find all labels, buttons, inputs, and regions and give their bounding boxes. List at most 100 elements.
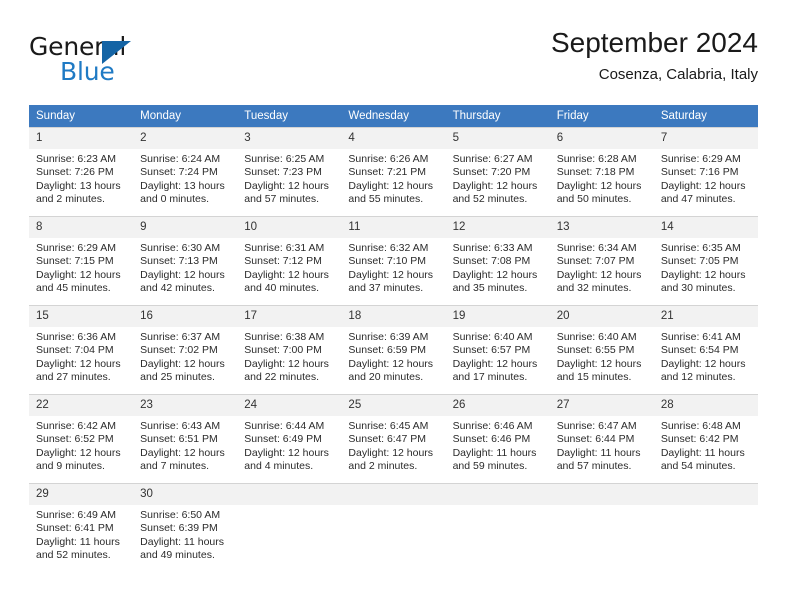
daylight-duration-line1: Daylight: 12 hours (36, 446, 121, 459)
day-number: 24 (237, 395, 342, 416)
calendar-day-cell[interactable]: 12 Sunrise: 6:33 AM Sunset: 7:08 PM Dayligh… (445, 216, 550, 305)
sunrise-time: Sunrise: 6:41 AM (660, 331, 741, 343)
weekday-header-friday: Friday (549, 105, 654, 127)
sunrise-time: Sunrise: 6:47 AM (556, 420, 637, 432)
calendar-grid: Sunday Monday Tuesday Wednesday Thursday Frid… (29, 105, 758, 572)
sunrise-time: Sunrise: 6:29 AM (36, 242, 116, 254)
calendar-day-cell[interactable]: 7 Sunrise: 6:29 AM Sunset: 7:16 PM Daylight… (653, 127, 758, 216)
day-number (341, 484, 446, 505)
day-number: 4 (341, 128, 446, 149)
daylight-duration-line1: Daylight: 12 hours (660, 357, 746, 370)
page-title: September 2024 (550, 27, 758, 58)
day-sun-info: Sunrise: 6:25 AM Sunset: 7:23 PM Daylight:… (237, 149, 341, 207)
day-number: 19 (445, 306, 550, 327)
daylight-duration-line1: Daylight: 12 hours (556, 179, 642, 192)
day-sun-info: Sunrise: 6:45 AM Sunset: 6:47 PM Daylight:… (341, 416, 445, 474)
calendar-day-cell[interactable]: 26 Sunrise: 6:46 AM Sunset: 6:46 PM Dayligh… (445, 394, 550, 483)
calendar-day-cell[interactable]: 24 Sunrise: 6:44 AM Sunset: 6:49 PM Dayligh… (237, 394, 342, 483)
daylight-duration-line1: Daylight: 12 hours (36, 268, 121, 281)
calendar-day-cell[interactable]: 3 Sunrise: 6:25 AM Sunset: 7:23 PM Daylight… (237, 127, 342, 216)
daylight-duration-line1: Daylight: 12 hours (452, 179, 538, 192)
daylight-duration-line2: and 57 minutes. (556, 460, 632, 473)
sunset-time: Sunset: 7:02 PM (140, 344, 218, 357)
daylight-duration-line2: and 2 minutes. (36, 193, 105, 206)
calendar-day-cell[interactable]: 5 Sunrise: 6:27 AM Sunset: 7:20 PM Daylight… (445, 127, 550, 216)
day-sun-info: Sunrise: 6:37 AM Sunset: 7:02 PM Daylight:… (133, 327, 237, 385)
day-sun-info: Sunrise: 6:46 AM Sunset: 6:46 PM Daylight:… (446, 416, 550, 474)
day-number: 29 (29, 484, 134, 505)
daylight-duration-line1: Daylight: 12 hours (244, 357, 329, 370)
daylight-duration-line2: and 40 minutes. (244, 282, 319, 295)
sunrise-time: Sunrise: 6:50 AM (140, 509, 221, 521)
general-blue-logo[interactable]: General Blue (29, 32, 209, 94)
sunrise-time: Sunrise: 6:30 AM (140, 242, 221, 254)
calendar-day-cell[interactable]: 10 Sunrise: 6:31 AM Sunset: 7:12 PM Dayligh… (237, 216, 342, 305)
sunset-time: Sunset: 6:57 PM (452, 344, 531, 357)
calendar-day-cell[interactable]: 19 Sunrise: 6:40 AM Sunset: 6:57 PM Dayligh… (445, 305, 550, 394)
daylight-duration-line2: and 32 minutes. (556, 282, 632, 295)
calendar-day-cell[interactable]: 14 Sunrise: 6:35 AM Sunset: 7:05 PM Dayligh… (653, 216, 758, 305)
daylight-duration-line1: Daylight: 12 hours (244, 446, 329, 459)
day-number: 11 (341, 217, 446, 238)
sunset-time: Sunset: 6:39 PM (140, 522, 218, 535)
calendar-day-cell[interactable]: 28 Sunrise: 6:48 AM Sunset: 6:42 PM Dayligh… (653, 394, 758, 483)
sunrise-time: Sunrise: 6:46 AM (452, 420, 533, 432)
title-block: September 2024 Cosenza, Calabria, Italy (551, 26, 758, 86)
daylight-duration-line2: and 37 minutes. (348, 282, 424, 295)
daylight-duration-line1: Daylight: 12 hours (556, 268, 642, 281)
calendar-day-cell[interactable]: 17 Sunrise: 6:38 AM Sunset: 7:00 PM Dayligh… (237, 305, 342, 394)
daylight-duration-line2: and 2 minutes. (348, 460, 418, 473)
sunrise-time: Sunrise: 6:24 AM (140, 153, 221, 165)
daylight-duration-line1: Daylight: 12 hours (140, 357, 225, 370)
calendar-day-cell[interactable]: 11 Sunrise: 6:32 AM Sunset: 7:10 PM Dayligh… (341, 216, 446, 305)
weekday-header-tuesday: Tuesday (237, 105, 342, 127)
daylight-duration-line1: Daylight: 12 hours (556, 357, 642, 370)
day-number: 27 (549, 395, 654, 416)
sunrise-time: Sunrise: 6:27 AM (452, 153, 533, 165)
weekday-header-sunday: Sunday (29, 105, 134, 127)
sunset-time: Sunset: 7:23 PM (244, 166, 322, 179)
day-sun-info: Sunrise: 6:24 AM Sunset: 7:24 PM Daylight:… (133, 149, 237, 207)
calendar-day-cell[interactable]: 2 Sunrise: 6:24 AM Sunset: 7:24 PM Daylight… (133, 127, 238, 216)
day-number: 8 (29, 217, 134, 238)
daylight-duration-line2: and 27 minutes. (36, 371, 111, 384)
calendar-day-cell[interactable]: 18 Sunrise: 6:39 AM Sunset: 6:59 PM Dayligh… (341, 305, 446, 394)
calendar-day-cell[interactable]: 1 Sunrise: 6:23 AM Sunset: 7:26 PM Daylight… (29, 127, 134, 216)
daylight-duration-line2: and 57 minutes. (244, 193, 319, 206)
calendar-day-cell[interactable]: 16 Sunrise: 6:37 AM Sunset: 7:02 PM Dayligh… (133, 305, 238, 394)
calendar-day-cell[interactable]: 27 Sunrise: 6:47 AM Sunset: 6:44 PM Dayligh… (549, 394, 654, 483)
daylight-duration-line1: Daylight: 12 hours (660, 179, 746, 192)
day-number: 5 (445, 128, 550, 149)
day-sun-info: Sunrise: 6:43 AM Sunset: 6:51 PM Daylight:… (133, 416, 237, 474)
calendar-day-cell[interactable]: 4 Sunrise: 6:26 AM Sunset: 7:21 PM Daylight… (341, 127, 446, 216)
calendar-day-cell[interactable]: 9 Sunrise: 6:30 AM Sunset: 7:13 PM Daylight… (133, 216, 238, 305)
calendar-day-cell[interactable]: 20 Sunrise: 6:40 AM Sunset: 6:55 PM Dayligh… (549, 305, 654, 394)
calendar-day-cell[interactable]: 15 Sunrise: 6:36 AM Sunset: 7:04 PM Dayligh… (29, 305, 134, 394)
sunrise-time: Sunrise: 6:23 AM (36, 153, 116, 165)
daylight-duration-line2: and 45 minutes. (36, 282, 111, 295)
day-number: 20 (549, 306, 654, 327)
daylight-duration-line1: Daylight: 11 hours (36, 535, 120, 548)
day-number: 9 (133, 217, 238, 238)
sunrise-time: Sunrise: 6:25 AM (244, 153, 325, 165)
calendar-day-cell[interactable]: 21 Sunrise: 6:41 AM Sunset: 6:54 PM Dayligh… (653, 305, 758, 394)
calendar-day-cell[interactable]: 29 Sunrise: 6:49 AM Sunset: 6:41 PM Dayligh… (29, 483, 134, 572)
sunrise-time: Sunrise: 6:33 AM (452, 242, 533, 254)
calendar-day-cell[interactable]: 30 Sunrise: 6:50 AM Sunset: 6:39 PM Dayligh… (133, 483, 238, 572)
calendar-day-cell[interactable]: 22 Sunrise: 6:42 AM Sunset: 6:52 PM Dayligh… (29, 394, 134, 483)
daylight-duration-line1: Daylight: 12 hours (452, 357, 538, 370)
calendar-day-cell[interactable]: 23 Sunrise: 6:43 AM Sunset: 6:51 PM Dayligh… (133, 394, 238, 483)
calendar-day-cell[interactable]: 6 Sunrise: 6:28 AM Sunset: 7:18 PM Daylight… (549, 127, 654, 216)
calendar-day-cell[interactable]: 25 Sunrise: 6:45 AM Sunset: 6:47 PM Dayligh… (341, 394, 446, 483)
day-number: 22 (29, 395, 134, 416)
calendar-day-cell[interactable]: 13 Sunrise: 6:34 AM Sunset: 7:07 PM Dayligh… (549, 216, 654, 305)
daylight-duration-line2: and 52 minutes. (452, 193, 528, 206)
sunrise-time: Sunrise: 6:44 AM (244, 420, 325, 432)
sunset-time: Sunset: 7:07 PM (556, 255, 635, 268)
day-number (549, 484, 654, 505)
daylight-duration-line1: Daylight: 12 hours (140, 268, 225, 281)
sunrise-time: Sunrise: 6:29 AM (660, 153, 741, 165)
sunrise-time: Sunrise: 6:37 AM (140, 331, 221, 343)
calendar-day-cell[interactable]: 8 Sunrise: 6:29 AM Sunset: 7:15 PM Daylight… (29, 216, 134, 305)
daylight-duration-line1: Daylight: 12 hours (348, 357, 434, 370)
